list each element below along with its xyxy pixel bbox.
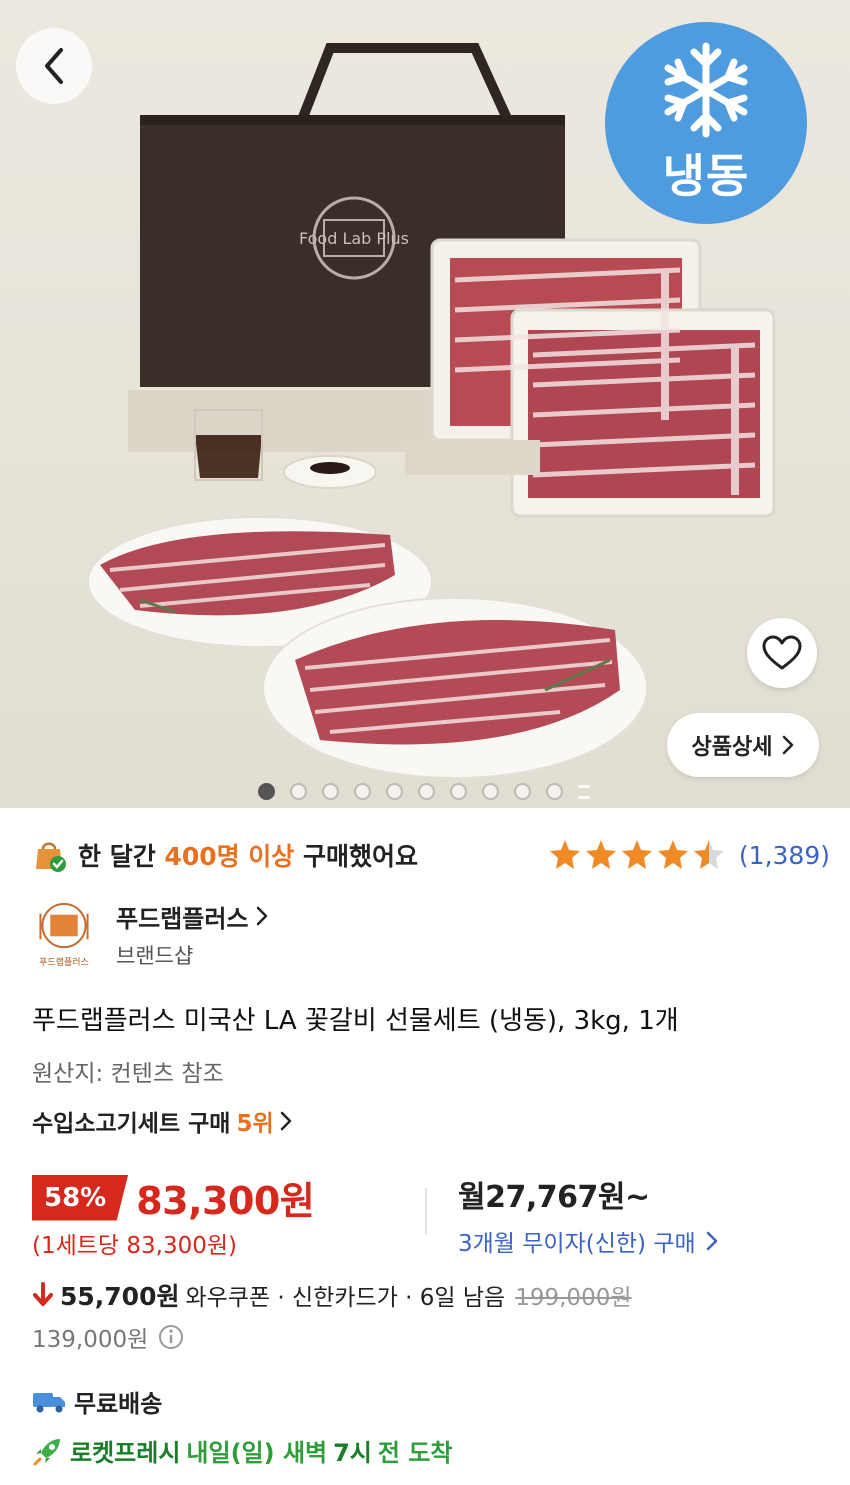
chevron-right-icon [280,1111,291,1131]
frozen-label: 냉동 [662,149,750,203]
carousel-dot[interactable] [354,783,371,800]
star-rating-icon [549,840,724,869]
carousel-dot[interactable] [482,783,499,800]
brand-name: 푸드랩플러스 [116,904,249,933]
truck-icon [33,1392,65,1412]
shipping-row: 무료배송 [32,1384,162,1419]
rocket-icon [33,1438,60,1465]
product-origin: 원산지: 컨텐츠 참조 [32,1061,224,1087]
back-button[interactable] [16,28,92,104]
arrow-down-icon [33,1282,53,1306]
free-shipping-label: 무료배송 [74,1390,163,1418]
purchase-prefix: 한 달간 [78,842,165,871]
final-price: 139,000원 [32,1327,149,1353]
product-detail-button[interactable]: 상품상세 [667,713,819,777]
installment-link[interactable]: 3개월 무이자(신한) 구매 [458,1224,718,1258]
coupon-amount: 55,700원 [60,1282,180,1311]
heart-icon [762,635,802,670]
purchase-highlight: 400명 이상 [164,842,295,871]
rank-prefix: 수입소고기세트 구매 [32,1111,231,1137]
carousel-dot[interactable] [450,783,467,800]
delivery-text-2: 전 도착 [377,1439,453,1467]
wishlist-button[interactable] [747,618,817,688]
coupon-description: 와우쿠폰 · 신한카드가 · 6일 남음 [185,1285,506,1311]
original-price: 199,000원 [515,1285,632,1311]
category-rank-link[interactable]: 수입소고기세트 구매 5위 [32,1104,292,1138]
chevron-right-icon [257,906,268,926]
chevron-right-icon [783,735,794,755]
product-image-carousel[interactable]: Food Lab Plus 냉동 상품상세 [0,0,850,808]
final-price-row: 139,000원 [32,1320,184,1354]
carousel-dot[interactable] [290,783,307,800]
coupon-row: 55,700원 와우쿠폰 · 신한카드가 · 6일 남음 199,000원 [32,1277,632,1313]
purchase-suffix: 구매했어요 [294,842,419,871]
price-row: 58% 83,300원 [32,1170,315,1225]
monthly-price: 월27,767원~ [458,1180,650,1215]
chevron-right-icon [706,1231,717,1251]
brand-logo: 푸드랩플러스 [32,900,96,968]
info-icon[interactable] [158,1324,184,1350]
shopping-bag-check-icon [36,842,66,872]
carousel-dot[interactable] [386,783,403,800]
carousel-dot[interactable] [546,783,563,800]
installment-label: 3개월 무이자(신한) 구매 [458,1231,696,1257]
bag-logo-text: Food Lab Plus [299,229,409,248]
brand-logo-icon [39,902,89,949]
brand-row[interactable]: 푸드랩플러스 푸드랩플러스 브랜드샵 [32,898,830,970]
snowflake-icon [664,42,748,138]
delivery-time: 7시 [333,1439,372,1467]
brand-logo-caption: 푸드랩플러스 [39,958,89,968]
chevron-left-icon [45,48,63,84]
rating-summary[interactable]: (1,389) [549,838,830,872]
price-divider [425,1188,427,1234]
review-count[interactable]: (1,389) [739,841,830,870]
rank-value: 5위 [236,1111,274,1137]
carousel-more-icon [578,784,590,799]
carousel-indicator [258,783,590,800]
brand-name-link[interactable]: 푸드랩플러스 [116,899,268,934]
carousel-dot[interactable] [258,783,275,800]
sale-price: 83,300원 [136,1179,315,1223]
brand-subtitle: 브랜드샵 [116,943,194,968]
discount-badge: 58% [32,1174,129,1221]
product-detail-label: 상품상세 [691,735,773,760]
carousel-dot[interactable] [514,783,531,800]
rocket-brand: 로켓프레시 [70,1439,181,1467]
unit-price: (1세트당 83,300원) [32,1233,238,1259]
delivery-text-1: 내일(일) 새벽 [186,1439,328,1467]
purchase-count-text: 한 달간 400명 이상 구매했어요 [78,837,418,873]
frozen-badge: 냉동 [605,22,807,224]
carousel-dot[interactable] [418,783,435,800]
rocket-delivery-row: 로켓프레시 내일(일) 새벽 7시 전 도착 [32,1433,453,1468]
product-title: 푸드랩플러스 미국산 LA 꽃갈비 선물세트 (냉동), 3kg, 1개 [32,1006,679,1036]
carousel-dot[interactable] [322,783,339,800]
